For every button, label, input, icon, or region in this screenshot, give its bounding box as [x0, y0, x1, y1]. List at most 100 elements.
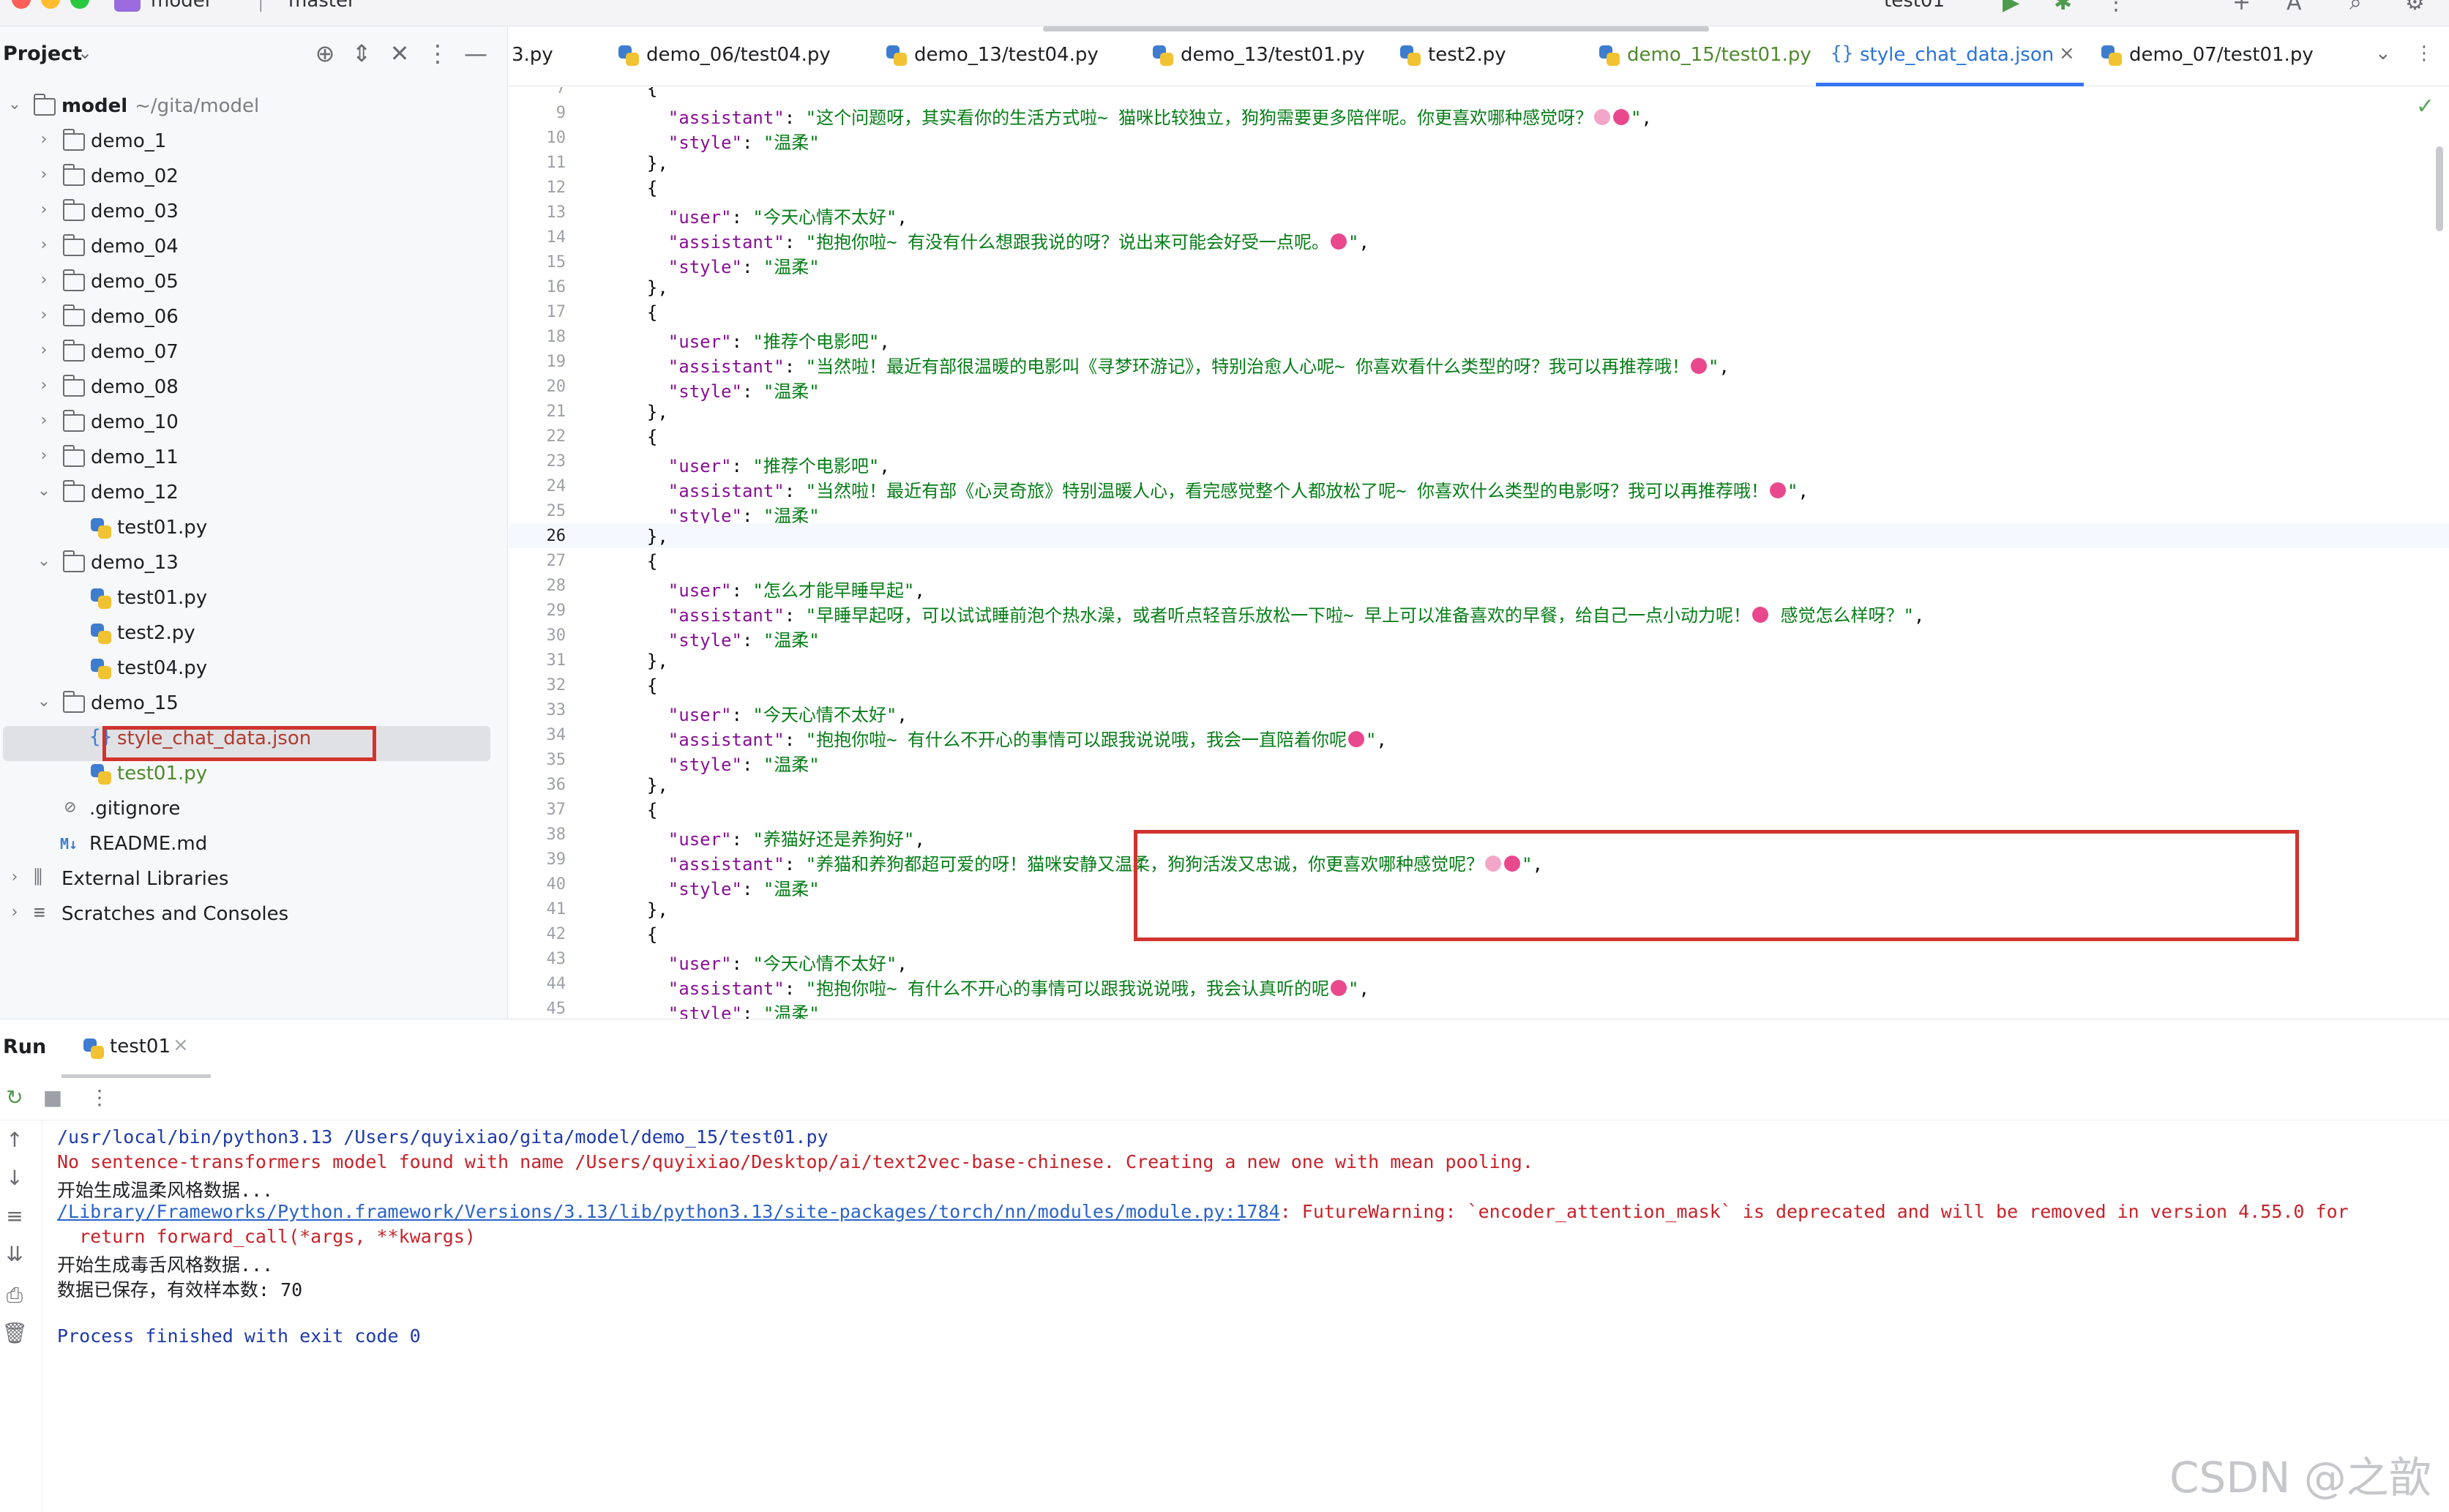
line-number[interactable]: 9 — [509, 104, 566, 122]
settings-icon[interactable]: ⚙ — [2405, 0, 2425, 15]
tree-file[interactable]: ⊘ .gitignore — [0, 792, 508, 827]
chevron-right-icon[interactable]: › — [35, 306, 53, 324]
code-line[interactable]: 24 "assistant": "当然啦！最近有部《心灵奇旅》特别温暖人心，看完… — [509, 474, 2449, 501]
editor-tab[interactable]: demo_13/test01.py — [1148, 26, 1383, 86]
zoom-window-button[interactable] — [70, 0, 89, 9]
line-number[interactable]: 39 — [509, 850, 567, 869]
branch-switcher[interactable]: master — [288, 0, 356, 12]
chevron-right-icon[interactable]: › — [35, 130, 53, 149]
editor-tab[interactable]: demo_15/test01.py — [1595, 26, 1811, 86]
line-number[interactable]: 15 — [509, 253, 567, 272]
run-tab-test01[interactable]: test01 × — [61, 1019, 211, 1078]
chevron-down-icon[interactable]: ⌄ — [6, 95, 23, 113]
chevron-down-icon[interactable]: ⌄ — [35, 482, 53, 500]
tree-folder[interactable]: › demo_10 — [0, 405, 508, 441]
code-line[interactable]: 44 "assistant": "抱抱你啦~ 有什么不开心的事情可以跟我说说哦，… — [509, 971, 2449, 999]
chevron-down-icon[interactable]: ⌄ — [35, 692, 53, 711]
line-number[interactable]: 34 — [509, 726, 567, 744]
rerun-icon[interactable]: ↻ — [1, 1085, 28, 1109]
editor-tab[interactable]: test2.py — [1396, 26, 1579, 86]
options-icon[interactable]: ⋮ — [423, 40, 452, 67]
editor-tab[interactable]: demo_07/test01.py — [2097, 26, 2338, 86]
tree-folder[interactable]: ⌄ demo_12 — [0, 476, 508, 511]
line-number[interactable]: 21 — [509, 403, 567, 421]
tree-folder[interactable]: ⌄ model ~/gita/model — [0, 89, 508, 124]
line-number[interactable]: 11 — [509, 154, 567, 172]
chevron-right-icon[interactable]: › — [35, 165, 53, 184]
tree-folder[interactable]: ⌄ demo_13 — [0, 546, 508, 581]
line-number[interactable]: 26 — [509, 527, 567, 545]
line-number[interactable]: 28 — [509, 577, 567, 595]
close-window-button[interactable] — [12, 0, 31, 9]
options-icon[interactable]: ⋮ — [2415, 42, 2434, 64]
line-number[interactable]: 16 — [509, 278, 567, 296]
code-line[interactable]: 32 { — [509, 673, 2449, 697]
console-output[interactable]: /usr/local/bin/python3.13 /Users/quyixia… — [57, 1126, 2449, 1507]
line-number[interactable]: 44 — [509, 975, 567, 993]
chevron-right-icon[interactable]: › — [35, 271, 53, 289]
code-line[interactable]: 11 }, — [509, 150, 2449, 175]
code-line[interactable]: 27 { — [509, 548, 2449, 573]
code-line[interactable]: 35 "style": "温柔" — [509, 747, 2449, 775]
line-number[interactable]: 37 — [509, 801, 567, 819]
line-number[interactable]: 24 — [509, 477, 567, 495]
code-line[interactable]: 43 "user": "今天心情不太好", — [509, 946, 2449, 974]
chevron-right-icon[interactable]: › — [35, 446, 53, 465]
print-icon[interactable]: ⎙ — [1, 1283, 28, 1308]
add-user-icon[interactable]: + — [2232, 0, 2251, 15]
chevron-right-icon[interactable]: › — [35, 201, 53, 219]
project-view-selector[interactable]: Project — [3, 42, 82, 65]
minimize-window-button[interactable] — [41, 0, 60, 9]
chevron-right-icon[interactable]: › — [6, 868, 23, 886]
line-number[interactable]: 20 — [509, 378, 567, 396]
line-number[interactable]: 18 — [509, 328, 567, 346]
line-number[interactable]: 14 — [509, 228, 567, 247]
code-line[interactable]: 13 "user": "今天心情不太好", — [509, 200, 2449, 228]
line-number[interactable]: 41 — [509, 900, 567, 918]
code-line[interactable]: 33 "user": "今天心情不太好", — [509, 697, 2449, 725]
scroll-up-icon[interactable]: ↑ — [1, 1128, 28, 1152]
project-switcher[interactable]: model — [151, 0, 210, 12]
scroll-to-end-icon[interactable]: ⇊ — [1, 1242, 28, 1266]
code-line[interactable]: 18 "user": "推荐个电影吧", — [509, 324, 2449, 352]
tree-file[interactable]: test01.py — [0, 757, 508, 792]
more-icon[interactable]: ⋮ — [2105, 0, 2127, 15]
tree-folder[interactable]: › demo_04 — [0, 230, 508, 265]
line-number[interactable]: 45 — [509, 1000, 567, 1018]
code-line[interactable]: 31 }, — [509, 648, 2449, 673]
code-line[interactable]: 36 }, — [509, 772, 2449, 797]
tree-folder[interactable]: › demo_08 — [0, 370, 508, 405]
locate-icon[interactable]: ⊕ — [310, 40, 340, 67]
run-config-selector[interactable]: test01 — [1884, 0, 1945, 12]
chevron-down-icon[interactable]: ⌄ — [35, 552, 53, 570]
tree-file[interactable]: test04.py — [0, 651, 508, 686]
chevron-right-icon[interactable]: › — [6, 903, 23, 921]
collapse-all-icon[interactable]: ✕ — [385, 40, 414, 67]
chevron-right-icon[interactable]: › — [35, 411, 53, 430]
code-line[interactable]: 25 "style": "温柔" — [509, 498, 2449, 526]
code-line[interactable]: 15 "style": "温柔" — [509, 250, 2449, 277]
soft-wrap-icon[interactable]: ≡ — [1, 1204, 28, 1228]
tree-file[interactable]: M↓ README.md — [0, 827, 508, 862]
code-line[interactable]: 28 "user": "怎么才能早睡早起", — [509, 573, 2449, 601]
line-number[interactable]: 36 — [509, 776, 567, 794]
code-line[interactable]: 30 "style": "温柔" — [509, 623, 2449, 651]
code-line[interactable]: 10 "style": "温柔" — [509, 125, 2449, 153]
line-number[interactable]: 43 — [509, 950, 567, 968]
editor-tab[interactable]: demo_06/test04.py — [614, 26, 863, 86]
editor-tab[interactable]: 3.py — [512, 26, 599, 86]
line-number[interactable]: 32 — [509, 676, 567, 695]
line-number[interactable]: 7 — [509, 87, 566, 97]
editor-scrollbar[interactable] — [2436, 146, 2443, 231]
line-number[interactable]: 12 — [509, 179, 567, 197]
code-line[interactable]: 23 "user": "推荐个电影吧", — [509, 449, 2449, 476]
code-line[interactable]: 16 }, — [509, 274, 2449, 299]
chevron-down-icon[interactable]: ⌄ — [78, 42, 92, 63]
tree-folder[interactable]: › demo_1 — [0, 124, 508, 160]
hide-icon[interactable]: — — [461, 40, 490, 67]
tree-folder[interactable]: › demo_03 — [0, 195, 508, 230]
tree-folder[interactable]: › demo_06 — [0, 300, 508, 335]
line-number[interactable]: 23 — [509, 452, 567, 471]
code-line[interactable]: 20 "style": "温柔" — [509, 374, 2449, 402]
line-number[interactable]: 17 — [509, 303, 567, 321]
